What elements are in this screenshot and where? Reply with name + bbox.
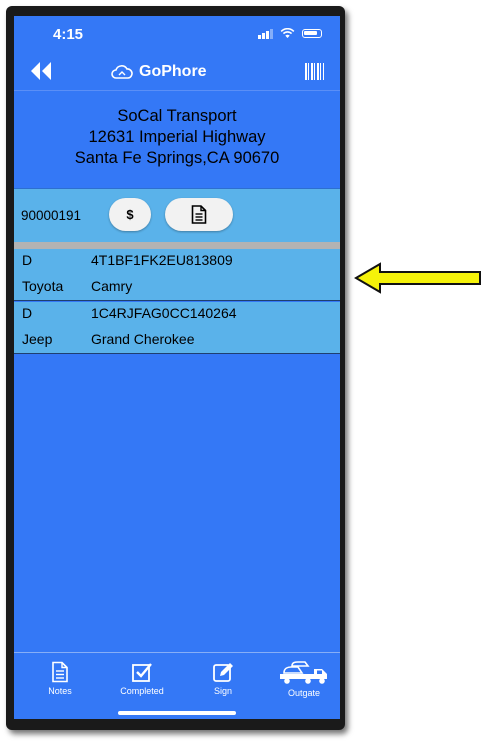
- vehicle-code: D: [22, 252, 33, 268]
- vehicle-make: Toyota: [22, 278, 64, 294]
- vehicle-row[interactable]: D 1C4RJFAG0CC140264 Jeep Grand Cherokee: [14, 302, 340, 354]
- vehicle-vin: 4T1BF1FK2EU813809: [91, 252, 233, 268]
- address-street: 12631 Imperial Highway: [88, 128, 266, 146]
- checkbox-icon: [132, 663, 152, 682]
- tab-completed[interactable]: Completed: [110, 661, 174, 696]
- payment-button[interactable]: $: [109, 198, 151, 231]
- address-city: Santa Fe Springs,CA 90670: [74, 149, 280, 167]
- wifi-icon: [280, 28, 295, 38]
- status-bar: 4:15: [14, 16, 340, 54]
- vehicle-code: D: [22, 305, 33, 321]
- tab-bar: Notes Completed Sign Outgate: [14, 652, 340, 719]
- battery-icon: [302, 29, 322, 38]
- notes-icon: [52, 661, 68, 683]
- tab-sign[interactable]: Sign: [191, 661, 255, 696]
- tab-notes[interactable]: Notes: [28, 661, 92, 696]
- home-indicator: [118, 711, 236, 715]
- document-icon: [191, 205, 207, 224]
- vehicle-model: Camry: [91, 278, 133, 294]
- tab-label: Outgate: [287, 688, 321, 698]
- cloud-logo-icon: [111, 65, 133, 79]
- address-company: SoCal Transport: [117, 107, 237, 125]
- truck-icon: [280, 661, 327, 684]
- back-button[interactable]: [29, 60, 53, 82]
- customer-address: SoCal Transport 12631 Imperial Highway S…: [14, 106, 340, 169]
- tab-outgate[interactable]: Outgate: [272, 661, 336, 698]
- tab-label: Completed: [120, 686, 164, 696]
- pointer-arrow-icon: [354, 262, 481, 294]
- section-divider: [14, 242, 340, 249]
- barcode-scan-icon[interactable]: [305, 63, 324, 80]
- tab-label: Notes: [48, 686, 72, 696]
- app-brand: GoPhore: [111, 63, 207, 81]
- order-number: 90000191: [21, 208, 82, 223]
- nav-bar: GoPhore: [14, 54, 340, 91]
- dollar-label: $: [126, 207, 134, 222]
- order-row: 90000191 $: [14, 188, 340, 244]
- vehicle-vin: 1C4RJFAG0CC140264: [91, 305, 237, 321]
- app-screen: 4:15 GoPhore SoCal Transport 12631 Imper…: [14, 16, 340, 719]
- vehicle-row[interactable]: D 4T1BF1FK2EU813809 Toyota Camry: [14, 249, 340, 301]
- signal-icon: [258, 28, 273, 39]
- vehicle-model: Grand Cherokee: [91, 331, 195, 347]
- app-title: GoPhore: [139, 63, 207, 80]
- status-icons: [258, 28, 322, 39]
- tab-label: Sign: [213, 686, 232, 696]
- vehicle-make: Jeep: [22, 331, 53, 347]
- status-time: 4:15: [53, 26, 84, 43]
- sign-icon: [213, 663, 233, 682]
- document-button[interactable]: [165, 198, 233, 231]
